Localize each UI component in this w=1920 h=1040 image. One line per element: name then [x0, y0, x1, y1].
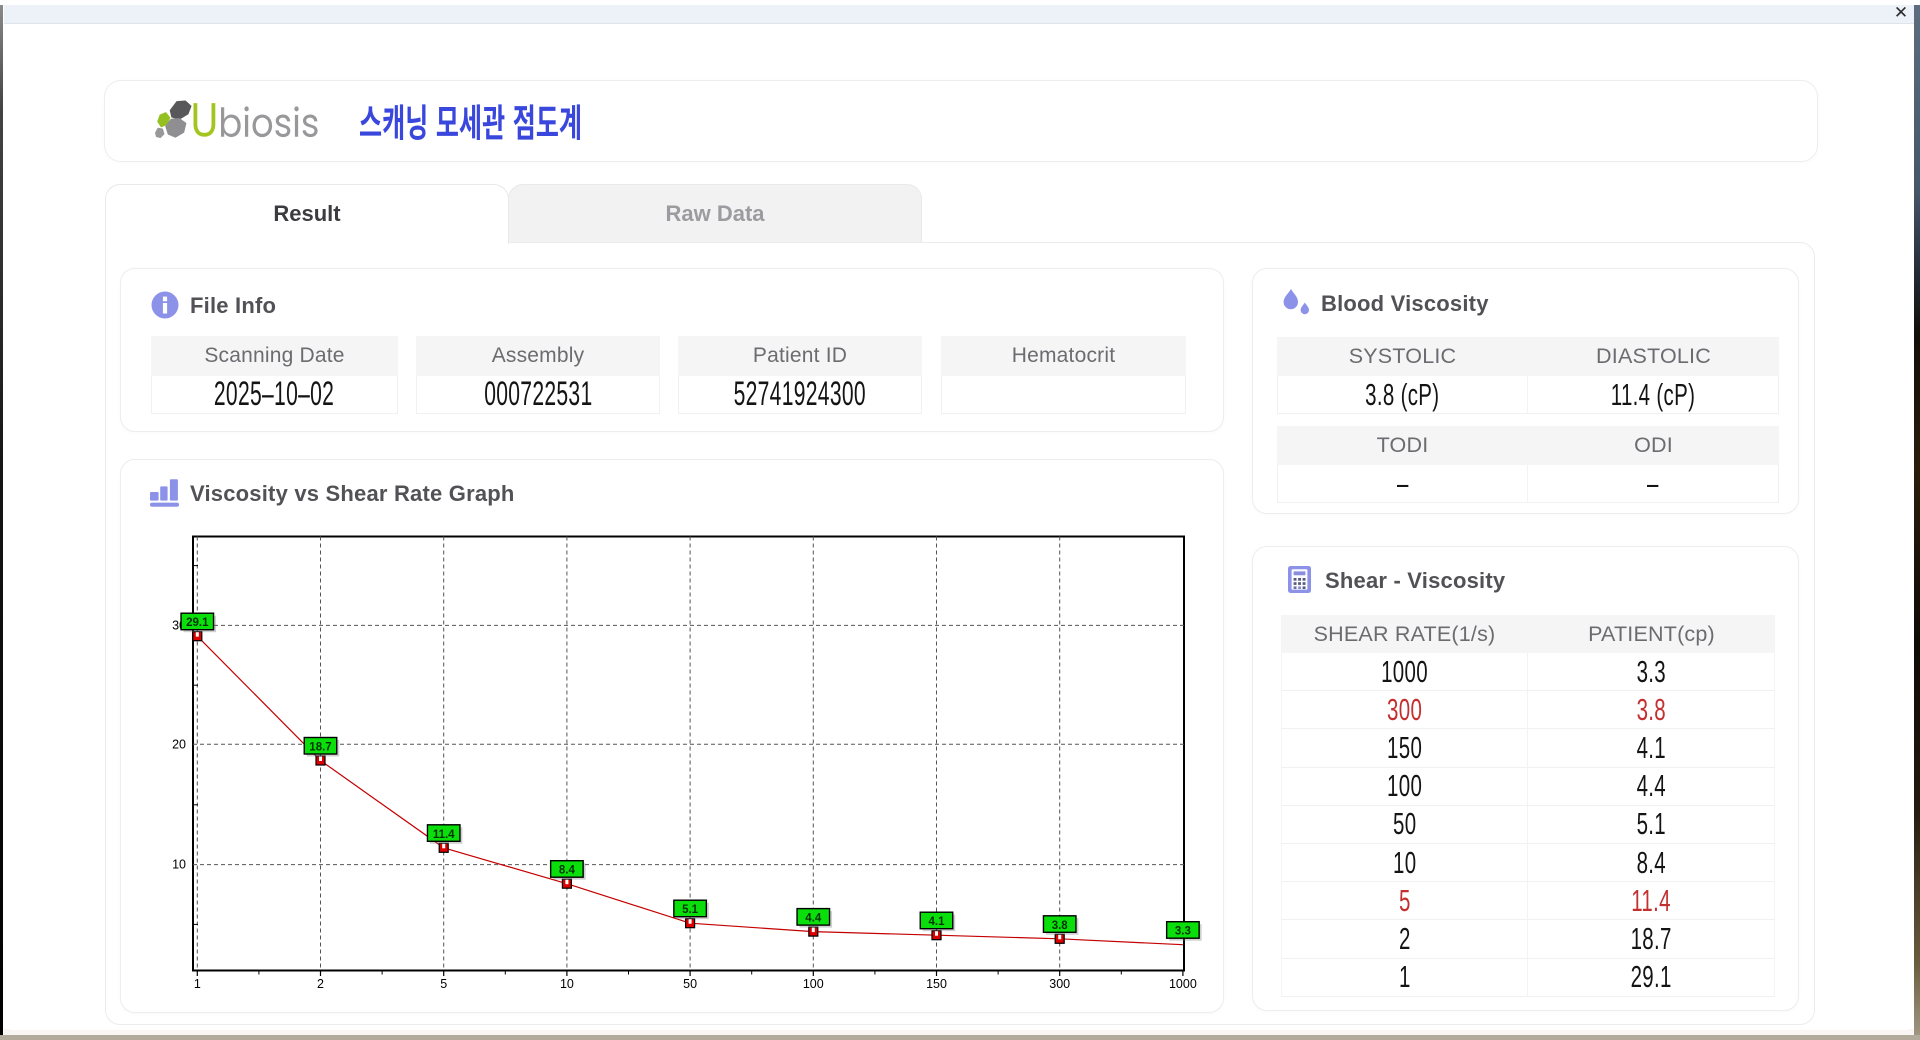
svg-text:100: 100 — [803, 977, 824, 991]
svg-text:4.4: 4.4 — [805, 913, 822, 925]
svg-text:300: 300 — [1049, 977, 1070, 991]
svg-text:11.4: 11.4 — [433, 829, 455, 841]
svg-text:8.4: 8.4 — [559, 865, 576, 877]
svg-text:5: 5 — [440, 977, 447, 991]
svg-text:10: 10 — [172, 858, 186, 872]
svg-text:5.1: 5.1 — [682, 904, 699, 916]
svg-text:2: 2 — [317, 977, 324, 991]
svg-text:29.1: 29.1 — [186, 617, 209, 629]
svg-text:1000: 1000 — [1169, 977, 1197, 991]
svg-text:150: 150 — [926, 977, 947, 991]
svg-text:1: 1 — [194, 977, 201, 991]
svg-text:4.1: 4.1 — [929, 916, 946, 928]
svg-text:18.7: 18.7 — [309, 742, 331, 754]
svg-text:50: 50 — [683, 977, 697, 991]
svg-text:20: 20 — [172, 737, 186, 751]
svg-text:3.8: 3.8 — [1052, 920, 1069, 932]
svg-text:3.3: 3.3 — [1175, 926, 1191, 938]
svg-text:10: 10 — [560, 977, 574, 991]
